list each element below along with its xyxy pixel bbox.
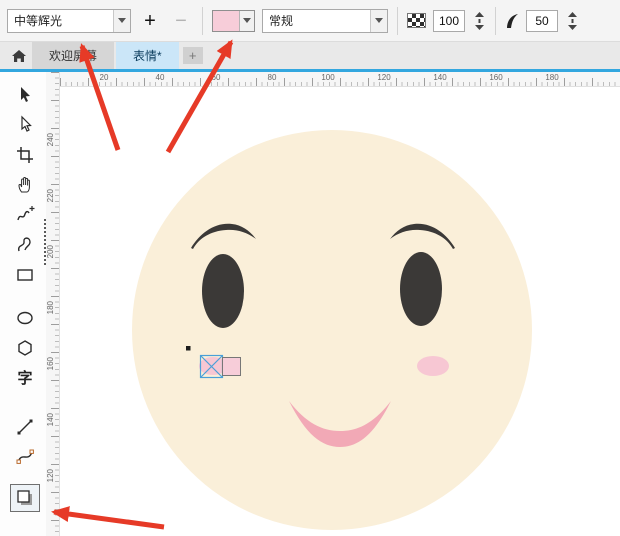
new-object-rect[interactable] — [223, 358, 241, 376]
pick-icon — [15, 85, 35, 105]
feather-icon — [505, 13, 519, 29]
polygon-tool[interactable] — [10, 334, 40, 362]
ruler-tick-label: 220 — [46, 189, 55, 202]
horizontal-ruler[interactable]: 20 40 60 80 100 120 140 160 180 — [60, 72, 620, 87]
ruler-tick-label: 180 — [545, 73, 558, 82]
tab-document-expression[interactable]: 表情* — [116, 42, 179, 69]
shadow-preset-value: 中等辉光 — [8, 12, 113, 29]
ruler-tick-label: 120 — [377, 73, 390, 82]
color-swatch[interactable] — [213, 11, 239, 31]
ruler-tick-label: 160 — [46, 357, 55, 370]
shadow-preset-dropdown[interactable]: 中等辉光 — [7, 9, 131, 33]
line-tool[interactable] — [10, 413, 40, 441]
bezier-tool[interactable] — [10, 443, 40, 471]
left-eye-shape[interactable] — [202, 254, 244, 328]
chevron-down-icon[interactable] — [370, 10, 387, 32]
tab-label: 欢迎屏幕 — [49, 47, 97, 64]
curve-tool[interactable] — [10, 231, 40, 259]
feather-input[interactable] — [526, 10, 558, 32]
rectangle-tool[interactable] — [10, 261, 40, 289]
toolbar-separator — [495, 7, 496, 35]
ruler-tick-label: 20 — [100, 73, 109, 82]
opacity-icon — [407, 13, 426, 28]
opacity-input[interactable] — [433, 10, 465, 32]
ruler-tick-label: 120 — [46, 469, 55, 482]
remove-preset-button: − — [169, 8, 193, 34]
freehand-icon — [15, 205, 35, 225]
property-bar: 中等辉光 + − 常规 — [0, 0, 620, 42]
drop-shadow-tool[interactable] — [10, 484, 40, 512]
toolbox-drag-handle[interactable] — [44, 219, 46, 265]
bezier-icon — [15, 447, 35, 467]
ruler-tick-label: 140 — [433, 73, 446, 82]
ellipse-tool[interactable] — [10, 304, 40, 332]
spin-arrows-icon — [475, 12, 484, 30]
workspace: 字 — [0, 72, 620, 536]
text-tool[interactable]: 字 — [10, 364, 40, 392]
smiley-drawing — [60, 87, 620, 536]
shape-tool[interactable] — [10, 111, 40, 139]
text-icon: 字 — [17, 371, 32, 386]
pan-tool[interactable] — [10, 171, 40, 199]
drawing-canvas[interactable] — [60, 87, 620, 536]
feather-stepper[interactable] — [565, 10, 579, 32]
node-handle[interactable] — [186, 346, 191, 351]
ruler-tick-label: 240 — [46, 133, 55, 146]
app-window: 中等辉光 + − 常规 — [0, 0, 620, 536]
chevron-down-icon[interactable] — [113, 10, 130, 32]
shadow-color-picker[interactable] — [212, 10, 255, 32]
ruler-tick-label: 100 — [321, 73, 334, 82]
rectangle-icon — [15, 265, 35, 285]
opacity-stepper[interactable] — [472, 10, 486, 32]
toolbar-separator — [397, 7, 398, 35]
canvas-column: 20 40 60 80 100 120 140 160 180 — [60, 72, 620, 536]
home-button[interactable] — [6, 42, 32, 69]
toolbox: 字 — [0, 72, 46, 536]
line-icon — [15, 417, 35, 437]
toolbar-separator — [202, 7, 203, 35]
chevron-down-icon[interactable] — [239, 11, 254, 31]
ruler-tick-label: 60 — [212, 73, 221, 82]
spin-arrows-icon — [568, 12, 577, 30]
shape-icon — [15, 115, 35, 135]
ellipse-icon — [15, 308, 35, 328]
merge-mode-dropdown[interactable]: 常规 — [262, 9, 388, 33]
add-preset-button[interactable]: + — [138, 8, 162, 34]
freehand-tool[interactable] — [10, 201, 40, 229]
right-cheek-shape[interactable] — [417, 356, 449, 376]
right-eye-shape[interactable] — [400, 252, 442, 326]
vertical-ruler[interactable]: 240 220 200 180 160 140 120 — [46, 72, 60, 536]
merge-mode-value: 常规 — [263, 12, 370, 29]
ruler-tick-label: 180 — [46, 301, 55, 314]
new-document-tab-button[interactable]: + — [183, 47, 203, 64]
drop-shadow-icon — [15, 488, 35, 508]
face-shape[interactable] — [132, 130, 532, 530]
crop-tool[interactable] — [10, 141, 40, 169]
hand-icon — [15, 175, 35, 195]
tab-label: 表情* — [133, 47, 162, 64]
curve-icon — [15, 235, 35, 255]
home-icon — [11, 48, 27, 64]
ruler-tick-label: 160 — [489, 73, 502, 82]
pick-tool[interactable] — [10, 81, 40, 109]
document-tab-bar: 欢迎屏幕 表情* + — [0, 42, 620, 69]
ruler-major-ticks — [60, 78, 620, 86]
tab-welcome-screen[interactable]: 欢迎屏幕 — [32, 42, 114, 69]
crop-icon — [15, 145, 35, 165]
polygon-icon — [15, 338, 35, 358]
ruler-tick-label: 80 — [268, 73, 277, 82]
ruler-tick-label: 40 — [156, 73, 165, 82]
ruler-tick-label: 140 — [46, 413, 55, 426]
ruler-tick-label: 200 — [46, 245, 55, 258]
